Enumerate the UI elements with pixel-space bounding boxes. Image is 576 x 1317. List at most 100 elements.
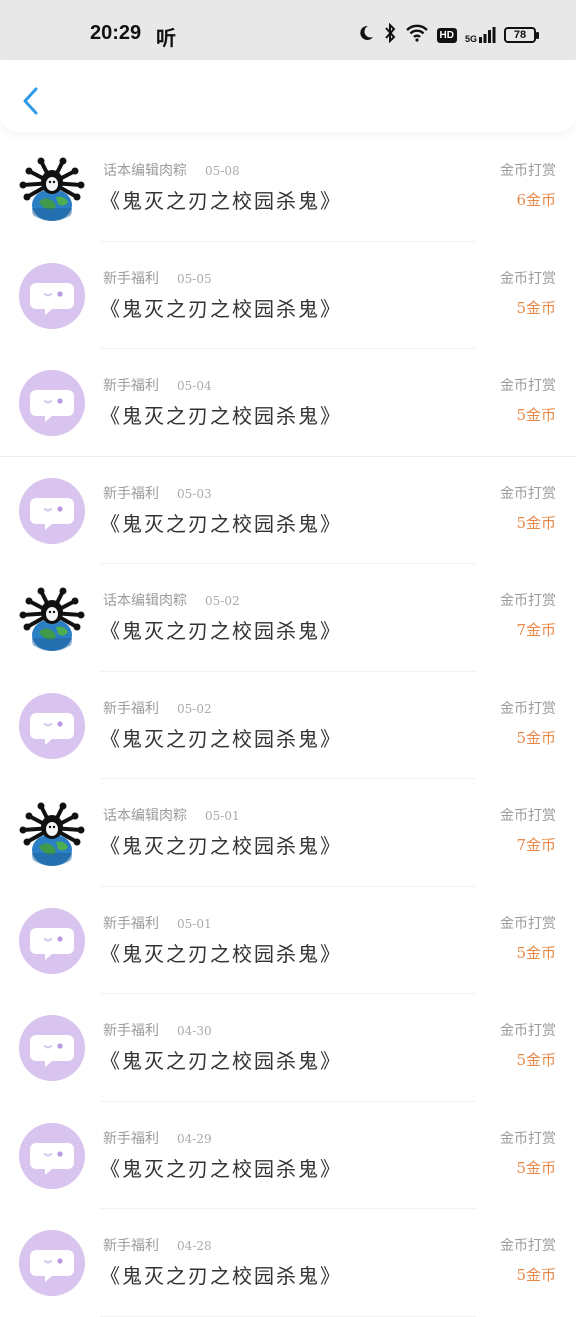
record-date: 05-08 [205,164,240,178]
record-source: 新手福利 [103,1238,159,1254]
record-source: 新手福利 [103,915,159,932]
book-title: 《鬼灭之刃之校园杀鬼》 [100,1156,342,1181]
record-source: 新手福利 [103,1130,159,1147]
record-date: 04-30 [177,1024,212,1038]
record-meta: 新手福利 05-04 [103,375,212,395]
reward-amount: 5金币 [516,728,556,747]
listen-indicator: 听 [156,26,176,50]
record-date: 05-05 [177,271,212,286]
book-title: 《鬼灭之刃之校园杀鬼》 [100,296,342,321]
chat-bubble-icon [30,712,74,745]
reward-amount: 5金币 [516,406,556,424]
reward-type: 金币打赏 [500,1023,556,1039]
list-item[interactable]: 话本编辑肉粽 05-08 《鬼灭之刃之校园杀鬼》 金币打赏 6金币 [0,134,576,242]
record-meta: 新手福利 04-30 [103,1020,212,1040]
chat-bubble-icon [30,1250,74,1282]
chevron-left-icon [23,87,38,115]
record-source: 新手福利 [103,1023,159,1039]
wifi-icon [405,24,429,46]
book-title: 《鬼灭之刃之校园杀鬼》 [100,189,342,213]
creature-globe-icon [19,587,85,651]
reward-type: 金币打赏 [500,915,556,932]
record-meta: 新手福利 04-29 [103,1128,212,1148]
creature-globe-icon [19,157,85,221]
avatar [19,585,85,651]
record-date: 05-04 [177,379,212,393]
avatar [19,692,85,759]
reward-type: 金币打赏 [500,1238,556,1254]
moon-icon [357,24,375,46]
record-date: 04-28 [177,1239,212,1253]
record-meta: 话本编辑肉粽 05-01 [103,805,240,825]
chat-bubble-icon [30,1035,74,1067]
book-title: 《鬼灭之刃之校园杀鬼》 [100,834,342,858]
battery-icon: 78 [504,27,539,43]
reward-type: 金币打赏 [500,163,556,179]
avatar [19,1122,85,1189]
reward-amount: 7金币 [516,836,556,854]
creature-globe-icon [19,802,85,866]
status-bar: 20:29 听 HD 5G 78 [0,0,576,60]
list-item[interactable]: 新手福利 05-04 《鬼灭之刃之校园杀鬼》 金币打赏 5金币 [0,349,576,457]
reward-type: 金币打赏 [500,270,556,287]
record-meta: 话本编辑肉粽 05-08 [103,160,240,180]
chat-bubble-icon [30,282,74,315]
avatar [19,907,85,974]
record-date: 05-03 [177,486,212,501]
record-meta: 新手福利 04-28 [103,1235,212,1255]
reward-amount: 5金币 [516,298,556,317]
reward-type: 金币打赏 [500,808,556,824]
record-source: 新手福利 [103,485,159,502]
list-item[interactable]: 新手福利 05-03 《鬼灭之刃之校园杀鬼》 金币打赏 5金币 [0,457,576,564]
book-title: 《鬼灭之刃之校园杀鬼》 [100,941,342,966]
avatar [19,1015,85,1081]
record-meta: 话本编辑肉粽 05-02 [103,590,240,610]
record-date: 04-29 [177,1131,212,1146]
list-item[interactable]: 新手福利 05-02 《鬼灭之刃之校园杀鬼》 金币打赏 5金币 [0,672,576,779]
list-item[interactable]: 新手福利 05-01 《鬼灭之刃之校园杀鬼》 金币打赏 5金币 [0,887,576,994]
status-icons: HD 5G 78 [357,22,539,47]
5g-label: 5G [464,34,477,44]
back-button[interactable] [18,84,46,118]
status-time: 20:29 [90,22,142,44]
record-source: 新手福利 [103,378,159,394]
book-title: 《鬼灭之刃之校园杀鬼》 [100,726,342,751]
reward-type: 金币打赏 [500,593,556,609]
record-meta: 新手福利 05-01 [103,913,212,933]
record-meta: 新手福利 05-03 [103,483,212,503]
avatar [19,477,85,544]
avatar [19,1230,85,1296]
list-item[interactable]: 新手福利 04-30 《鬼灭之刃之校园杀鬼》 金币打赏 5金币 [0,994,576,1102]
avatar [19,262,85,329]
book-title: 《鬼灭之刃之校园杀鬼》 [100,1264,342,1288]
reward-amount: 5金币 [516,513,556,532]
reward-amount: 7金币 [516,621,556,639]
book-title: 《鬼灭之刃之校园杀鬼》 [100,404,342,428]
record-meta: 新手福利 05-05 [103,268,212,288]
record-source: 话本编辑肉粽 [103,808,187,824]
avatar [19,800,85,866]
bluetooth-icon [383,22,397,47]
record-source: 话本编辑肉粽 [103,593,187,609]
record-date: 05-02 [205,594,240,608]
record-meta: 新手福利 05-02 [103,698,212,718]
record-source: 新手福利 [103,700,159,717]
reward-type: 金币打赏 [500,485,556,502]
reward-record-list: 话本编辑肉粽 05-08 《鬼灭之刃之校园杀鬼》 金币打赏 6金币 新手福利 05-… [0,134,576,1317]
avatar [19,155,85,221]
list-item[interactable]: 新手福利 05-05 《鬼灭之刃之校园杀鬼》 金币打赏 5金币 [0,242,576,349]
chat-bubble-icon [30,390,74,422]
list-item[interactable]: 新手福利 04-28 《鬼灭之刃之校园杀鬼》 金币打赏 5金币 [0,1209,576,1317]
reward-amount: 6金币 [516,191,556,209]
list-item[interactable]: 新手福利 04-29 《鬼灭之刃之校园杀鬼》 金币打赏 5金币 [0,1102,576,1209]
record-date: 05-01 [177,916,212,931]
signal-icon: 5G [465,26,496,44]
list-item[interactable]: 话本编辑肉粽 05-02 《鬼灭之刃之校园杀鬼》 金币打赏 7金币 [0,564,576,672]
record-source: 话本编辑肉粽 [103,163,187,179]
list-item[interactable]: 话本编辑肉粽 05-01 《鬼灭之刃之校园杀鬼》 金币打赏 7金币 [0,779,576,887]
book-title: 《鬼灭之刃之校园杀鬼》 [100,619,342,643]
record-source: 新手福利 [103,270,159,287]
reward-amount: 5金币 [516,1266,556,1284]
reward-amount: 5金币 [516,1051,556,1069]
reward-amount: 5金币 [516,1158,556,1177]
